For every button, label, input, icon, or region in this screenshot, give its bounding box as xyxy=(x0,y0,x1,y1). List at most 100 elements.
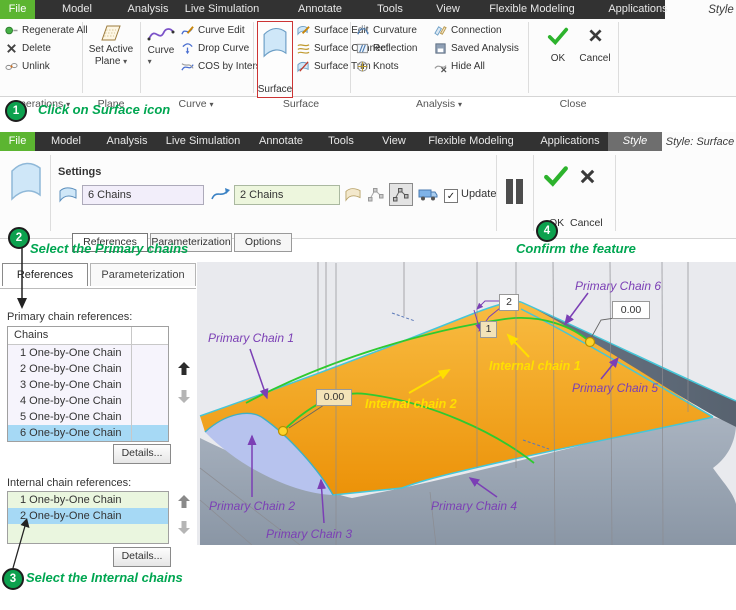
ok-button-ribbon1[interactable]: OK xyxy=(543,25,573,64)
tab-model[interactable]: Model xyxy=(62,0,92,19)
list-item[interactable]: 2 One-by-One Chain xyxy=(8,361,168,377)
tab-flexible-modeling-2[interactable]: Flexible Modeling xyxy=(428,132,514,151)
list-item[interactable]: 1 One-by-One Chain xyxy=(8,345,168,361)
chain-endpoint-dot[interactable] xyxy=(277,425,289,437)
update-checkbox[interactable]: ✓ xyxy=(444,189,458,203)
primary-chain-3-label: Primary Chain 3 xyxy=(266,527,353,541)
step4-text: Confirm the feature xyxy=(516,241,636,256)
pause-icon[interactable] xyxy=(506,179,513,204)
list-item-selected[interactable]: 6 One-by-One Chain xyxy=(8,425,168,441)
saved-analysis-button[interactable]: Saved Analysis xyxy=(434,39,519,57)
mesh-toggle-icon[interactable] xyxy=(368,187,384,202)
tab-style-selected[interactable]: Style xyxy=(608,132,662,151)
panel-tab-parameterization[interactable]: Parameterization xyxy=(90,263,196,286)
chains-column-header: Chains xyxy=(8,327,168,345)
tab-live-simulation[interactable]: Live Simulation xyxy=(185,0,260,19)
surface-preview-icon[interactable] xyxy=(344,187,362,202)
surface-group-label: Surface xyxy=(282,98,320,110)
tab-file-2[interactable]: File xyxy=(0,132,35,151)
surface-button[interactable]: Surface xyxy=(257,21,293,98)
list-item-selected[interactable]: 2 One-by-One Chain xyxy=(8,508,168,524)
knots-icon xyxy=(357,60,368,72)
drop-curve-label: Drop Curve xyxy=(198,42,250,54)
creo-style-tutorial-page: File Model Analysis Live Simulation Anno… xyxy=(0,0,736,610)
drop-curve-icon xyxy=(182,42,193,54)
ribbon-style-surface-toolbar: File Model Analysis Live Simulation Anno… xyxy=(0,132,736,252)
tab-file[interactable]: File xyxy=(0,0,35,19)
curve-group-label[interactable]: Curve ▾ xyxy=(179,98,214,110)
internal-chain-2-label: Internal chain 2 xyxy=(365,397,457,411)
step4-badge: 4 xyxy=(536,220,558,242)
connection-button[interactable]: Connection xyxy=(434,21,519,39)
ribbon-style-toolbar: File Model Analysis Live Simulation Anno… xyxy=(0,0,736,110)
tab-applications[interactable]: Applications xyxy=(608,0,667,19)
step3-text: Select the Internal chains xyxy=(26,570,183,585)
tab-live-simulation-2[interactable]: Live Simulation xyxy=(166,132,241,151)
internal-chain-references-label: Internal chain references: xyxy=(7,477,132,489)
knots-button[interactable]: Knots xyxy=(356,57,417,75)
tangent-value-left: 0.00 xyxy=(316,389,352,406)
tab-options-ribbon[interactable]: Options xyxy=(234,233,292,252)
step1-text: Click on Surface icon xyxy=(38,102,171,117)
regenerate-all-button[interactable]: Regenerate All xyxy=(5,21,88,39)
surface-trim-icon xyxy=(297,60,309,73)
cancel-button[interactable] xyxy=(578,167,597,191)
mesh-icon xyxy=(393,188,409,202)
move-up-button-internal[interactable] xyxy=(178,495,190,508)
internal-chains-field[interactable] xyxy=(234,185,340,205)
dynamic-preview-icon[interactable] xyxy=(418,186,438,202)
list-item[interactable]: 3 One-by-One Chain xyxy=(8,377,168,393)
reflection-button[interactable]: Reflection xyxy=(356,39,417,57)
tab-style[interactable]: Style xyxy=(708,2,734,19)
move-down-button[interactable] xyxy=(178,390,190,403)
unlink-button[interactable]: Unlink xyxy=(5,57,88,75)
delete-button[interactable]: Delete xyxy=(5,39,88,57)
tab-applications-2[interactable]: Applications xyxy=(540,132,599,151)
column-divider xyxy=(131,327,132,441)
surface-edit-icon xyxy=(297,25,310,36)
curvature-label: Curvature xyxy=(373,24,417,36)
move-up-button[interactable] xyxy=(178,362,190,375)
tab-tools[interactable]: Tools xyxy=(377,0,403,19)
primary-chains-list[interactable]: Chains 1 One-by-One Chain 2 One-by-One C… xyxy=(7,326,169,442)
regenerate-all-label: Regenerate All xyxy=(22,24,88,36)
set-active-plane-label: Set Active Plane ▾ xyxy=(88,44,134,67)
tab-analysis-2[interactable]: Analysis xyxy=(107,132,148,151)
ok-check-icon xyxy=(547,27,569,46)
list-item[interactable]: 4 One-by-One Chain xyxy=(8,393,168,409)
tab-annotate-2[interactable]: Annotate xyxy=(259,132,303,151)
ok-button[interactable] xyxy=(543,163,569,194)
primary-chains-field[interactable] xyxy=(82,185,204,205)
delete-icon xyxy=(7,43,16,53)
set-active-plane-button[interactable]: Set Active Plane ▾ xyxy=(88,22,134,68)
chain-endpoint-dot[interactable] xyxy=(584,336,596,348)
curvature-button[interactable]: Curvature xyxy=(356,21,417,39)
hide-all-button[interactable]: Hide All xyxy=(434,57,519,75)
curve-button[interactable]: Curve ▾ xyxy=(144,23,178,67)
hide-all-label: Hide All xyxy=(451,60,485,72)
curve-edit-icon xyxy=(181,25,194,34)
analysis-group-label[interactable]: Analysis ▾ xyxy=(416,98,462,110)
cancel-button-ribbon1[interactable]: Cancel xyxy=(576,27,614,64)
move-down-button-internal[interactable] xyxy=(178,521,190,534)
curve-edit-label: Curve Edit xyxy=(198,24,245,36)
tab-view[interactable]: View xyxy=(436,0,460,19)
step3-badge: 3 xyxy=(2,568,24,590)
tab-analysis[interactable]: Analysis xyxy=(128,0,169,19)
tab-view-2[interactable]: View xyxy=(382,132,406,151)
reflection-icon xyxy=(356,43,369,53)
tab-flexible-modeling[interactable]: Flexible Modeling xyxy=(489,0,575,19)
cos-by-intersect-icon xyxy=(181,62,194,71)
point-tag-1: 1 xyxy=(480,321,497,338)
internal-details-button[interactable]: Details... xyxy=(113,547,171,567)
cancel-x-icon xyxy=(580,169,595,184)
mesh-toggle-selected[interactable] xyxy=(389,183,413,206)
tab-tools-2[interactable]: Tools xyxy=(328,132,354,151)
primary-details-button[interactable]: Details... xyxy=(113,444,171,464)
tab-annotate[interactable]: Annotate xyxy=(298,0,342,19)
list-item[interactable]: 1 One-by-One Chain xyxy=(8,492,168,508)
pause-icon[interactable] xyxy=(516,179,523,204)
primary-chain-1-label: Primary Chain 1 xyxy=(208,331,295,345)
list-item[interactable]: 5 One-by-One Chain xyxy=(8,409,168,425)
tab-model-2[interactable]: Model xyxy=(51,132,81,151)
